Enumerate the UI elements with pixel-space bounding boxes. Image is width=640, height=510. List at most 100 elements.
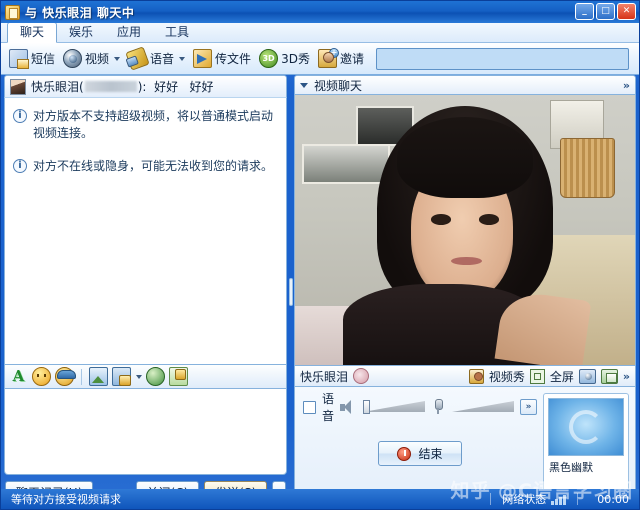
mute-peer-icon[interactable] — [353, 368, 369, 384]
send-image-icon[interactable] — [89, 367, 108, 386]
peer-signature-1: 好好 — [154, 80, 179, 94]
close-icon: ✕ — [622, 6, 631, 16]
video-control-bar: 快乐眼泪 视频秀 全屏 » — [293, 365, 636, 387]
send-gift-icon[interactable] — [169, 367, 188, 386]
chevron-double-right-icon-video-toolbar[interactable]: » — [623, 370, 630, 383]
microphone-icon[interactable] — [431, 399, 446, 415]
message-input[interactable] — [4, 389, 288, 475]
tab-applications[interactable]: 应用 — [105, 23, 153, 42]
menu-tab-bar: 聊天 娱乐 应用 工具 — [1, 22, 639, 43]
splitter-grip[interactable] — [289, 278, 294, 306]
toolbar-separator — [81, 368, 82, 385]
tab-chat[interactable]: 聊天 — [7, 22, 58, 43]
chevron-down-icon-voice[interactable] — [179, 56, 186, 61]
chevron-down-icon-video[interactable] — [114, 56, 121, 61]
chat-pane: 快乐眼泪(): 好好 好好 i 对方版本不支持超级视频，将以普通模式启动视频连接… — [4, 75, 288, 509]
paren-open: ( — [79, 79, 84, 94]
toolbar-label-invite: 邀请 — [339, 52, 364, 66]
video-peer-name: 快乐眼泪 — [299, 369, 348, 384]
microphone-volume-slider[interactable] — [452, 400, 514, 414]
window-title: 与 快乐眼泪 聊天中 — [25, 5, 135, 20]
toolbar-label-sms: 短信 — [31, 52, 56, 66]
end-call-button[interactable]: 结束 — [378, 441, 462, 466]
minimize-button[interactable]: _ — [575, 3, 594, 20]
loading-ring-icon — [569, 410, 603, 444]
invite-user-icon: + — [317, 48, 339, 68]
message-list[interactable]: i 对方版本不支持超级视频，将以普通模式启动视频连接。 i 对方不在线或隐身，可… — [4, 97, 288, 365]
triangle-down-icon[interactable] — [299, 82, 308, 88]
system-message-text: 对方不在线或隐身，可能无法收到您的请求。 — [33, 159, 274, 173]
power-off-icon — [397, 446, 412, 461]
voice-label: 语音 — [321, 392, 334, 423]
video-show-label[interactable]: 视频秀 — [489, 368, 525, 385]
video-panel-header: 视频聊天 » — [293, 75, 636, 95]
fullscreen-icon[interactable] — [529, 368, 545, 384]
system-message: i 对方版本不支持超级视频，将以普通模式启动视频连接。 — [13, 108, 278, 142]
speaker-muted-icon[interactable] — [340, 399, 357, 415]
font-format-icon[interactable]: A — [9, 367, 28, 386]
video-stage[interactable] — [293, 95, 636, 365]
thumbnail-preview[interactable] — [548, 398, 624, 456]
wall-basket — [560, 138, 615, 198]
emoticon-icon[interactable] — [32, 367, 51, 386]
system-message: i 对方不在线或隐身，可能无法收到您的请求。 — [13, 158, 278, 175]
snapshot-camera-icon[interactable] — [578, 368, 596, 384]
toolbar-button-3d-show[interactable]: 3D 3D秀 — [255, 46, 314, 72]
save-video-icon[interactable] — [600, 368, 618, 384]
status-bar: 等待对方接受视频请求 网络状态 00:00 — [1, 489, 639, 509]
shake-window-icon[interactable] — [146, 367, 165, 386]
call-duration: 00:00 — [597, 492, 629, 506]
toolbar-label-video: 视频 — [85, 52, 110, 66]
toolbar-label-file-transfer: 传文件 — [215, 52, 252, 66]
person-bangs — [396, 116, 533, 198]
window-body: 快乐眼泪(): 好好 好好 i 对方版本不支持超级视频，将以普通模式启动视频连接… — [1, 75, 639, 509]
status-network-group: 网络状态 00:00 — [484, 491, 633, 507]
sms-icon — [9, 49, 29, 69]
toolbar-button-voice[interactable]: 语音 — [124, 46, 189, 72]
toolbar-label-voice: 语音 — [150, 52, 175, 66]
tab-entertainment[interactable]: 娱乐 — [57, 23, 105, 42]
slider-track — [363, 401, 425, 412]
toolbar-button-invite[interactable]: + 邀请 — [314, 46, 368, 72]
compose-toolbar: A — [4, 365, 288, 389]
person-eye-right — [478, 213, 499, 225]
info-icon: i — [13, 109, 27, 123]
end-call-label: 结束 — [418, 447, 443, 461]
tab-tools[interactable]: 工具 — [153, 23, 201, 42]
avatar — [10, 78, 26, 95]
voice-checkbox[interactable] — [302, 400, 316, 414]
audio-controls-row: 语音 » — [302, 392, 537, 423]
title-bar: 与 快乐眼泪 聊天中 _ □ ✕ — [1, 1, 639, 23]
end-call-row: 结束 — [303, 441, 537, 466]
slider-thumb[interactable] — [363, 400, 370, 414]
screen-capture-icon[interactable] — [112, 367, 131, 386]
fullscreen-label[interactable]: 全屏 — [550, 368, 574, 385]
masked-uin — [84, 81, 137, 92]
video-show-icon[interactable] — [468, 368, 484, 384]
magic-expression-icon[interactable] — [55, 367, 76, 386]
video-panel-title: 视频聊天 — [313, 78, 362, 93]
chat-peer-header: 快乐眼泪(): 好好 好好 — [4, 75, 288, 97]
chevron-double-right-icon-header[interactable]: » — [623, 79, 630, 92]
info-icon: i — [13, 159, 27, 173]
pane-splitter[interactable] — [287, 75, 294, 509]
toolbar-search-input[interactable] — [375, 47, 629, 70]
close-button[interactable]: ✕ — [617, 3, 636, 20]
audio-more-button[interactable]: » — [520, 399, 537, 415]
status-message: 等待对方接受视频请求 — [11, 493, 121, 506]
thumbnail-label: 黑色幽默 — [549, 461, 593, 474]
toolbar-button-file-transfer[interactable]: 传文件 — [189, 46, 255, 72]
signal-bars-icon — [551, 494, 567, 505]
maximize-button[interactable]: □ — [596, 3, 615, 20]
plus-icon: + — [328, 48, 339, 58]
toolbar-button-sms[interactable]: 短信 — [5, 46, 59, 72]
speaker-volume-slider[interactable] — [363, 400, 425, 414]
chevron-down-icon-capture[interactable] — [136, 374, 142, 379]
status-divider — [577, 493, 579, 505]
peer-signature-2: 好好 — [189, 80, 214, 94]
toolbar-button-video[interactable]: 视频 — [59, 46, 124, 72]
network-status-label: 网络状态 — [502, 493, 547, 506]
webcam-icon — [63, 49, 83, 68]
person-eye-left — [430, 213, 452, 225]
qq-chat-window: 与 快乐眼泪 聊天中 _ □ ✕ 聊天 娱乐 应用 工具 短信 视频 语音 传文… — [0, 0, 640, 510]
